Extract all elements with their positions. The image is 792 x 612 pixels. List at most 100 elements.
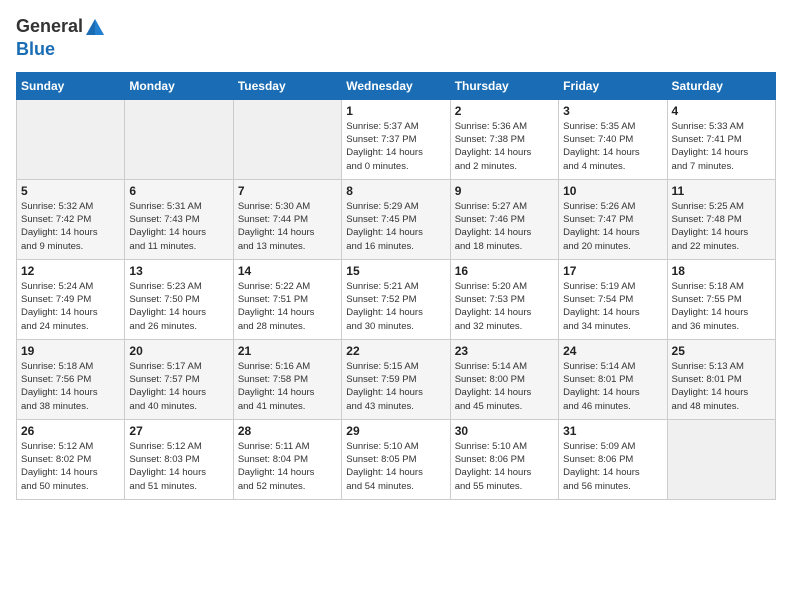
calendar-cell: 16Sunrise: 5:20 AM Sunset: 7:53 PM Dayli… xyxy=(450,259,558,339)
calendar-cell: 23 Sunrise: 5:14 AM Sunset: 8:00 PM Dayli… xyxy=(450,339,558,419)
weekday-header: Tuesday xyxy=(233,72,341,99)
day-number: 24 xyxy=(563,344,662,358)
logo-icon xyxy=(84,17,106,39)
calendar-cell: 14Sunrise: 5:22 AM Sunset: 7:51 PM Dayli… xyxy=(233,259,341,339)
day-number: 18 xyxy=(672,264,771,278)
calendar-cell: 28 Sunrise: 5:11 AM Sunset: 8:04 PM Dayli… xyxy=(233,419,341,499)
day-info: Sunrise: 5:33 AM Sunset: 7:41 PM Dayligh… xyxy=(672,120,771,173)
day-number: 9 xyxy=(455,184,554,198)
logo: General Blue xyxy=(16,16,107,60)
weekday-header: Monday xyxy=(125,72,233,99)
calendar-cell: 26 Sunrise: 5:12 AM Sunset: 8:02 PM Dayli… xyxy=(17,419,125,499)
calendar-cell xyxy=(667,419,775,499)
day-info: Sunrise: 5:10 AM Sunset: 8:06 PM Dayligh… xyxy=(455,440,554,493)
day-info: Sunrise: 5:14 AM Sunset: 8:00 PM Dayligh… xyxy=(455,360,554,413)
day-info: Sunrise: 5:15 AM Sunset: 7:59 PM Dayligh… xyxy=(346,360,445,413)
calendar-cell: 13Sunrise: 5:23 AM Sunset: 7:50 PM Dayli… xyxy=(125,259,233,339)
day-info: Sunrise: 5:29 AM Sunset: 7:45 PM Dayligh… xyxy=(346,200,445,253)
calendar-cell: 21Sunrise: 5:16 AM Sunset: 7:58 PM Dayli… xyxy=(233,339,341,419)
day-info: Sunrise: 5:22 AM Sunset: 7:51 PM Dayligh… xyxy=(238,280,337,333)
calendar-cell: 31 Sunrise: 5:09 AM Sunset: 8:06 PM Dayli… xyxy=(559,419,667,499)
calendar-week-row: 26 Sunrise: 5:12 AM Sunset: 8:02 PM Dayli… xyxy=(17,419,776,499)
day-number: 29 xyxy=(346,424,445,438)
weekday-row: SundayMondayTuesdayWednesdayThursdayFrid… xyxy=(17,72,776,99)
calendar-cell: 27Sunrise: 5:12 AM Sunset: 8:03 PM Dayli… xyxy=(125,419,233,499)
day-info: Sunrise: 5:18 AM Sunset: 7:56 PM Dayligh… xyxy=(21,360,120,413)
day-number: 20 xyxy=(129,344,228,358)
calendar-week-row: 5 Sunrise: 5:32 AM Sunset: 7:42 PM Daylig… xyxy=(17,179,776,259)
day-number: 21 xyxy=(238,344,337,358)
calendar-cell: 22 Sunrise: 5:15 AM Sunset: 7:59 PM Dayli… xyxy=(342,339,450,419)
day-info: Sunrise: 5:31 AM Sunset: 7:43 PM Dayligh… xyxy=(129,200,228,253)
day-info: Sunrise: 5:17 AM Sunset: 7:57 PM Dayligh… xyxy=(129,360,228,413)
calendar-week-row: 19 Sunrise: 5:18 AM Sunset: 7:56 PM Dayli… xyxy=(17,339,776,419)
calendar-cell: 24 Sunrise: 5:14 AM Sunset: 8:01 PM Dayli… xyxy=(559,339,667,419)
day-number: 28 xyxy=(238,424,337,438)
weekday-header: Friday xyxy=(559,72,667,99)
calendar-cell xyxy=(233,99,341,179)
weekday-header: Sunday xyxy=(17,72,125,99)
day-info: Sunrise: 5:20 AM Sunset: 7:53 PM Dayligh… xyxy=(455,280,554,333)
logo-blue: Blue xyxy=(16,39,55,59)
weekday-header: Wednesday xyxy=(342,72,450,99)
day-info: Sunrise: 5:21 AM Sunset: 7:52 PM Dayligh… xyxy=(346,280,445,333)
calendar-cell xyxy=(17,99,125,179)
calendar-cell: 8 Sunrise: 5:29 AM Sunset: 7:45 PM Daylig… xyxy=(342,179,450,259)
day-number: 5 xyxy=(21,184,120,198)
calendar-cell: 20 Sunrise: 5:17 AM Sunset: 7:57 PM Dayli… xyxy=(125,339,233,419)
day-info: Sunrise: 5:18 AM Sunset: 7:55 PM Dayligh… xyxy=(672,280,771,333)
day-number: 15 xyxy=(346,264,445,278)
calendar-week-row: 1 Sunrise: 5:37 AM Sunset: 7:37 PM Daylig… xyxy=(17,99,776,179)
day-number: 10 xyxy=(563,184,662,198)
day-number: 6 xyxy=(129,184,228,198)
day-number: 7 xyxy=(238,184,337,198)
day-info: Sunrise: 5:12 AM Sunset: 8:02 PM Dayligh… xyxy=(21,440,120,493)
day-number: 22 xyxy=(346,344,445,358)
day-number: 19 xyxy=(21,344,120,358)
day-number: 11 xyxy=(672,184,771,198)
day-info: Sunrise: 5:30 AM Sunset: 7:44 PM Dayligh… xyxy=(238,200,337,253)
calendar-cell: 30 Sunrise: 5:10 AM Sunset: 8:06 PM Dayli… xyxy=(450,419,558,499)
day-number: 4 xyxy=(672,104,771,118)
day-info: Sunrise: 5:35 AM Sunset: 7:40 PM Dayligh… xyxy=(563,120,662,173)
calendar-cell: 18 Sunrise: 5:18 AM Sunset: 7:55 PM Dayli… xyxy=(667,259,775,339)
page-header: General Blue xyxy=(16,16,776,60)
calendar-cell: 7 Sunrise: 5:30 AM Sunset: 7:44 PM Daylig… xyxy=(233,179,341,259)
day-number: 2 xyxy=(455,104,554,118)
calendar-cell xyxy=(125,99,233,179)
day-info: Sunrise: 5:09 AM Sunset: 8:06 PM Dayligh… xyxy=(563,440,662,493)
day-info: Sunrise: 5:25 AM Sunset: 7:48 PM Dayligh… xyxy=(672,200,771,253)
weekday-header: Thursday xyxy=(450,72,558,99)
day-number: 23 xyxy=(455,344,554,358)
day-number: 25 xyxy=(672,344,771,358)
day-number: 17 xyxy=(563,264,662,278)
day-info: Sunrise: 5:32 AM Sunset: 7:42 PM Dayligh… xyxy=(21,200,120,253)
calendar-week-row: 12 Sunrise: 5:24 AM Sunset: 7:49 PM Dayli… xyxy=(17,259,776,339)
calendar-cell: 3Sunrise: 5:35 AM Sunset: 7:40 PM Daylig… xyxy=(559,99,667,179)
calendar-cell: 9Sunrise: 5:27 AM Sunset: 7:46 PM Daylig… xyxy=(450,179,558,259)
day-number: 30 xyxy=(455,424,554,438)
calendar-cell: 6 Sunrise: 5:31 AM Sunset: 7:43 PM Daylig… xyxy=(125,179,233,259)
day-number: 27 xyxy=(129,424,228,438)
day-number: 1 xyxy=(346,104,445,118)
calendar-cell: 1 Sunrise: 5:37 AM Sunset: 7:37 PM Daylig… xyxy=(342,99,450,179)
day-info: Sunrise: 5:11 AM Sunset: 8:04 PM Dayligh… xyxy=(238,440,337,493)
calendar-cell: 11 Sunrise: 5:25 AM Sunset: 7:48 PM Dayli… xyxy=(667,179,775,259)
day-info: Sunrise: 5:19 AM Sunset: 7:54 PM Dayligh… xyxy=(563,280,662,333)
day-info: Sunrise: 5:37 AM Sunset: 7:37 PM Dayligh… xyxy=(346,120,445,173)
day-number: 26 xyxy=(21,424,120,438)
day-number: 31 xyxy=(563,424,662,438)
calendar-cell: 17 Sunrise: 5:19 AM Sunset: 7:54 PM Dayli… xyxy=(559,259,667,339)
day-number: 13 xyxy=(129,264,228,278)
weekday-header: Saturday xyxy=(667,72,775,99)
day-number: 12 xyxy=(21,264,120,278)
calendar-cell: 10 Sunrise: 5:26 AM Sunset: 7:47 PM Dayli… xyxy=(559,179,667,259)
calendar-cell: 2Sunrise: 5:36 AM Sunset: 7:38 PM Daylig… xyxy=(450,99,558,179)
day-info: Sunrise: 5:26 AM Sunset: 7:47 PM Dayligh… xyxy=(563,200,662,253)
day-info: Sunrise: 5:24 AM Sunset: 7:49 PM Dayligh… xyxy=(21,280,120,333)
day-info: Sunrise: 5:14 AM Sunset: 8:01 PM Dayligh… xyxy=(563,360,662,413)
day-number: 8 xyxy=(346,184,445,198)
day-info: Sunrise: 5:13 AM Sunset: 8:01 PM Dayligh… xyxy=(672,360,771,413)
calendar-cell: 12 Sunrise: 5:24 AM Sunset: 7:49 PM Dayli… xyxy=(17,259,125,339)
calendar-cell: 5 Sunrise: 5:32 AM Sunset: 7:42 PM Daylig… xyxy=(17,179,125,259)
